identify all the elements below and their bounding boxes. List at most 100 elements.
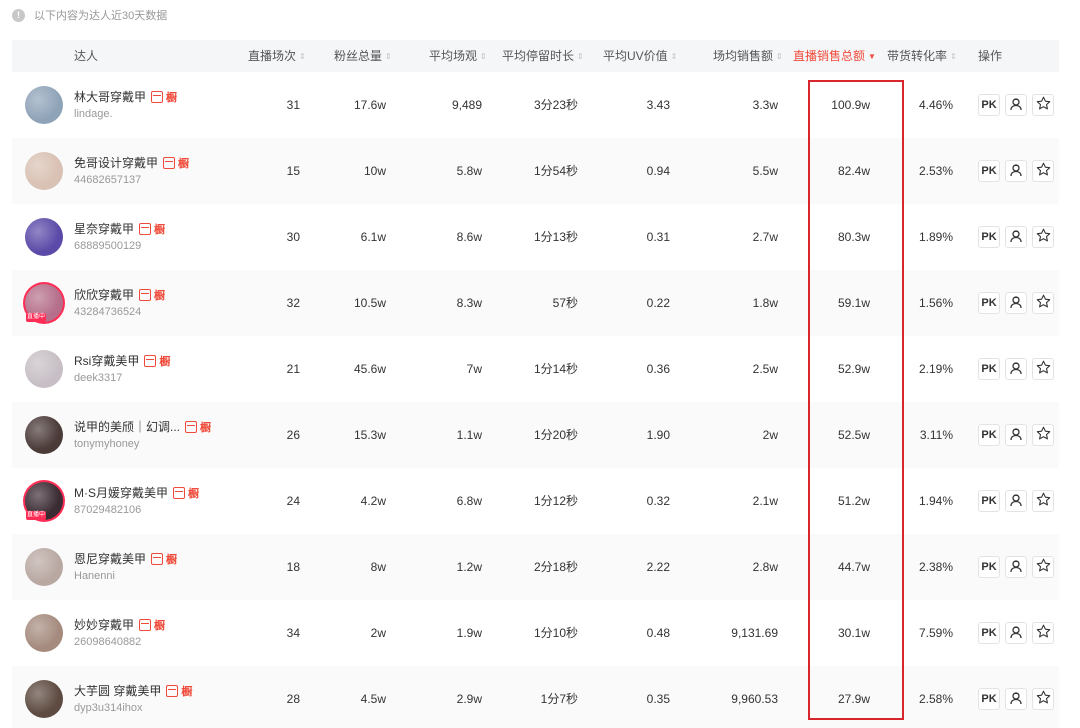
store-tag-icon: 橱 xyxy=(154,223,166,236)
avatar[interactable] xyxy=(25,218,63,256)
profile-button[interactable] xyxy=(1005,226,1027,248)
user-icon xyxy=(1009,361,1023,378)
sort-icon[interactable]: ⇕ xyxy=(299,41,306,73)
header-conversion[interactable]: 带货转化率 ⇕ xyxy=(887,40,957,72)
table-row[interactable]: 直播中 欣欣穿戴甲 橱 43284736524 32 10.5w 8.3w 57秒 0.22 1.… xyxy=(12,270,1059,336)
cell-avg-uv: 0.31 xyxy=(646,230,670,244)
table-row[interactable]: 恩尼穿戴美甲 橱 Hanenni 18 8w 1.2w 2分18秒 2.22 2.8w 44.7w… xyxy=(12,534,1059,600)
favorite-button[interactable] xyxy=(1032,94,1054,116)
sort-icon[interactable]: ⇕ xyxy=(577,41,584,73)
sort-icon[interactable]: ⇕ xyxy=(671,41,678,73)
cell-total-sales: 100.9w xyxy=(831,98,870,112)
cell-conversion: 1.89% xyxy=(918,230,953,244)
table-row[interactable]: 妙妙穿戴甲 橱 26098640882 34 2w 1.9w 1分10秒 0.48 9,131.… xyxy=(12,600,1059,666)
table-header: 达人 直播场次 ⇕ 粉丝总量 ⇕ 平均场观 ⇕ 平均停留时长 ⇕ 平均UV价值 ⇕ 场均销… xyxy=(12,40,1059,72)
header-sessions[interactable]: 直播场次 ⇕ xyxy=(248,40,306,72)
pk-button[interactable]: PK xyxy=(978,490,1000,512)
profile-button[interactable] xyxy=(1005,358,1027,380)
pk-button[interactable]: PK xyxy=(978,556,1000,578)
profile-button[interactable] xyxy=(1005,424,1027,446)
table-row[interactable]: 说甲的美颀｜幻调... 橱 tonymyhoney 26 15.3w 1.1w 1分20秒 1… xyxy=(12,402,1059,468)
sort-icon[interactable]: ⇕ xyxy=(950,41,957,73)
avatar[interactable] xyxy=(25,152,63,190)
pk-button[interactable]: PK xyxy=(978,424,1000,446)
cell-avg-stay: 3分23秒 xyxy=(533,98,578,112)
store-tag-icon: 橱 xyxy=(154,289,166,302)
header-avg-views[interactable]: 平均场观 ⇕ xyxy=(429,40,487,72)
avatar[interactable] xyxy=(25,86,63,124)
influencer-name[interactable]: 林大哥穿戴甲 xyxy=(74,88,146,105)
cell-avg-views: 7w xyxy=(466,362,482,376)
favorite-button[interactable] xyxy=(1032,292,1054,314)
avatar[interactable] xyxy=(25,680,63,718)
favorite-button[interactable] xyxy=(1032,160,1054,182)
table-row[interactable]: 免哥设计穿戴甲 橱 44682657137 15 10w 5.8w 1分54秒 0.94 5.5… xyxy=(12,138,1059,204)
profile-button[interactable] xyxy=(1005,688,1027,710)
avatar[interactable] xyxy=(25,614,63,652)
cell-sessions: 18 xyxy=(286,560,300,574)
pk-button[interactable]: PK xyxy=(978,688,1000,710)
favorite-button[interactable] xyxy=(1032,688,1054,710)
user-icon xyxy=(1009,493,1023,510)
influencer-name[interactable]: 说甲的美颀｜幻调... xyxy=(74,418,180,435)
table-row[interactable]: Rsi穿戴美甲 橱 deek3317 21 45.6w 7w 1分14秒 0.36 2.5w 52… xyxy=(12,336,1059,402)
avatar[interactable] xyxy=(25,350,63,388)
sort-icon[interactable]: ⇕ xyxy=(480,41,487,73)
avatar[interactable] xyxy=(25,416,63,454)
header-avg-uv[interactable]: 平均UV价值 ⇕ xyxy=(603,40,677,72)
favorite-button[interactable] xyxy=(1032,622,1054,644)
table-row[interactable]: 直播中 M·S月媛穿戴美甲 橱 87029482106 24 4.2w 6.8w 1分12秒 0… xyxy=(12,468,1059,534)
notice-text: 以下内容为达人近30天数据 xyxy=(34,10,168,22)
influencer-name[interactable]: 欣欣穿戴甲 xyxy=(74,286,134,303)
cell-total-sales: 30.1w xyxy=(837,626,870,640)
store-tag-icon: 橱 xyxy=(154,619,166,632)
influencer-name[interactable]: 妙妙穿戴甲 xyxy=(74,616,134,633)
header-total-sales[interactable]: 直播销售总额 ▼ xyxy=(793,40,876,72)
cell-total-sales: 80.3w xyxy=(837,230,870,244)
avatar[interactable] xyxy=(25,548,63,586)
influencer-name[interactable]: 大芋圆 穿戴美甲 xyxy=(74,682,161,699)
cell-conversion: 7.59% xyxy=(918,626,953,640)
pk-button[interactable]: PK xyxy=(978,622,1000,644)
profile-button[interactable] xyxy=(1005,490,1027,512)
profile-button[interactable] xyxy=(1005,556,1027,578)
table-row[interactable]: 星奈穿戴甲 橱 68889500129 30 6.1w 8.6w 1分13秒 0.31 2.7w… xyxy=(12,204,1059,270)
favorite-button[interactable] xyxy=(1032,226,1054,248)
influencer-name[interactable]: 免哥设计穿戴甲 xyxy=(74,154,158,171)
pk-button[interactable]: PK xyxy=(978,292,1000,314)
profile-button[interactable] xyxy=(1005,622,1027,644)
favorite-button[interactable] xyxy=(1032,358,1054,380)
cell-avg-sales: 2.7w xyxy=(752,230,778,244)
pk-button[interactable]: PK xyxy=(978,160,1000,182)
favorite-button[interactable] xyxy=(1032,556,1054,578)
sort-desc-icon[interactable]: ▼ xyxy=(868,41,876,73)
influencer-id: 44682657137 xyxy=(74,174,142,186)
favorite-button[interactable] xyxy=(1032,490,1054,512)
influencer-name[interactable]: Rsi穿戴美甲 xyxy=(74,352,139,369)
cell-fans: 8w xyxy=(370,560,386,574)
pk-button[interactable]: PK xyxy=(978,94,1000,116)
influencer-name[interactable]: M·S月媛穿戴美甲 xyxy=(74,484,168,501)
header-fans[interactable]: 粉丝总量 ⇕ xyxy=(334,40,392,72)
influencer-name[interactable]: 星奈穿戴甲 xyxy=(74,220,134,237)
pk-button[interactable]: PK xyxy=(978,226,1000,248)
cell-avg-uv: 0.35 xyxy=(646,692,670,706)
profile-button[interactable] xyxy=(1005,94,1027,116)
sort-icon[interactable]: ⇕ xyxy=(776,41,783,73)
table-row[interactable]: 大芋圆 穿戴美甲 橱 dyp3u314ihox 28 4.5w 2.9w 1分7秒 0.35 9… xyxy=(12,666,1059,728)
pk-button[interactable]: PK xyxy=(978,358,1000,380)
favorite-button[interactable] xyxy=(1032,424,1054,446)
header-avg-stay[interactable]: 平均停留时长 ⇕ xyxy=(502,40,584,72)
profile-button[interactable] xyxy=(1005,292,1027,314)
sort-icon[interactable]: ⇕ xyxy=(385,41,392,73)
cell-fans: 15.3w xyxy=(353,428,386,442)
profile-button[interactable] xyxy=(1005,160,1027,182)
cell-fans: 4.2w xyxy=(360,494,386,508)
influencer-name[interactable]: 恩尼穿戴美甲 xyxy=(74,550,146,567)
cell-conversion: 1.94% xyxy=(918,494,953,508)
header-avg-sales[interactable]: 场均销售额 ⇕ xyxy=(713,40,783,72)
influencer-id: dyp3u314ihox xyxy=(74,702,143,714)
table-row[interactable]: 林大哥穿戴甲 橱 lindage. 31 17.6w 9,489 3分23秒 3.43 3.3w… xyxy=(12,72,1059,138)
live-badge: 直播中 xyxy=(26,511,46,520)
cell-avg-uv: 1.90 xyxy=(646,428,670,442)
